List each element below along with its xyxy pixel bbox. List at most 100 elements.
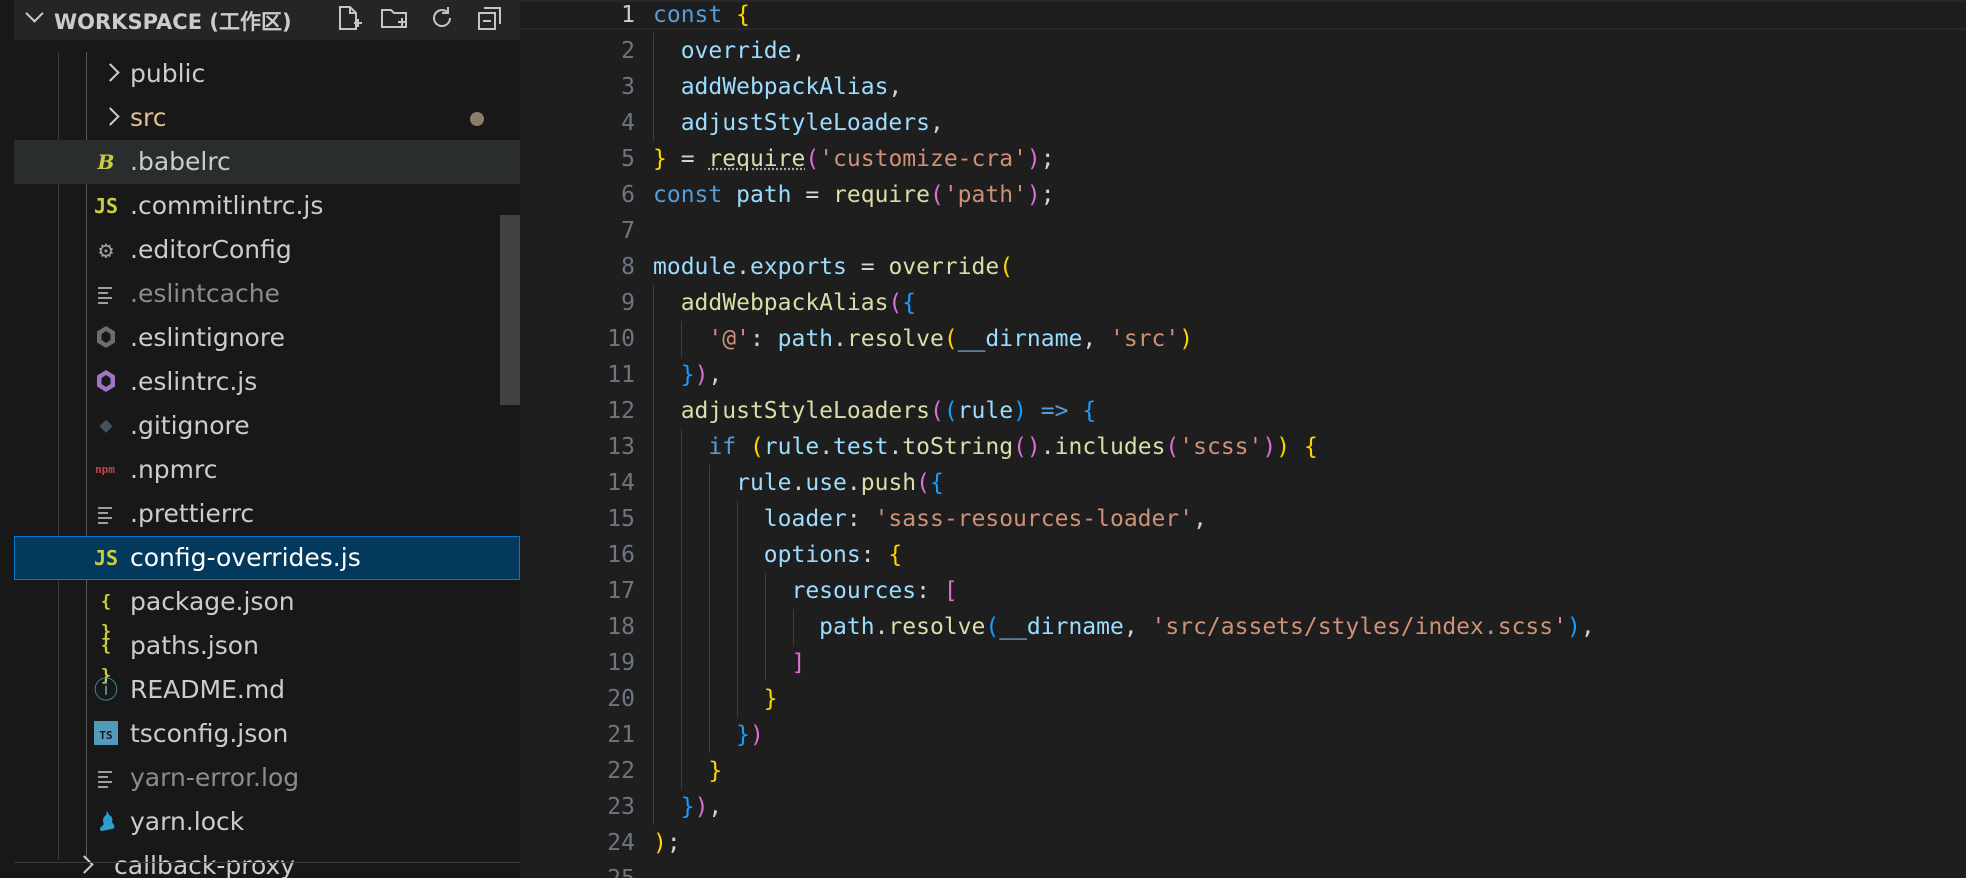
code-line[interactable]: path.resolve(__dirname, 'src/assets/styl…: [653, 609, 1595, 645]
workspace-header[interactable]: WORKSPACE (工作区): [14, 0, 520, 40]
tree-item-label: .npmrc: [130, 455, 218, 484]
code-line[interactable]: }: [653, 681, 778, 717]
tree-item-label: .editorConfig: [130, 235, 292, 264]
indent-guide: [681, 609, 682, 645]
code-line[interactable]: const {: [653, 0, 750, 33]
code-token: ): [653, 830, 667, 856]
code-token: ,: [929, 110, 944, 136]
new-folder-icon[interactable]: [380, 4, 408, 32]
tree-item-readme[interactable]: ⓘ README.md: [14, 668, 520, 712]
tree-item-commitlintrc[interactable]: JS .commitlintrc.js: [14, 184, 520, 228]
code-token: ,: [1123, 614, 1152, 640]
indent-guide: [653, 429, 654, 465]
tree-item-editorconfig[interactable]: ⚙ .editorConfig: [14, 228, 520, 272]
line-number: 3: [621, 74, 635, 100]
code-token: rule: [957, 398, 1014, 424]
indent-guide: [709, 537, 710, 573]
code-line[interactable]: adjustStyleLoaders,: [653, 105, 944, 141]
chevron-right-icon: [101, 63, 120, 82]
info-icon: ⓘ: [94, 676, 118, 704]
code-token: :: [846, 506, 875, 532]
tree-item-package-json[interactable]: { } package.json: [14, 580, 520, 642]
code-line[interactable]: module.exports = override(: [653, 249, 1013, 285]
line-number: 16: [607, 542, 635, 568]
tree-item-babelrc[interactable]: B .babelrc: [14, 140, 520, 184]
code-token: options: [763, 542, 861, 568]
tree-item-eslintcache[interactable]: .eslintcache: [14, 272, 520, 316]
tree-item-eslintrc[interactable]: .eslintrc.js: [14, 360, 520, 404]
tree-item-npmrc[interactable]: npm .npmrc: [14, 448, 520, 492]
tree-item-public[interactable]: public: [14, 52, 520, 96]
line-number: 12: [607, 398, 635, 424]
code-token: 'src/assets/styles/index.scss': [1151, 614, 1567, 640]
code-line[interactable]: resources: [: [653, 573, 957, 609]
collapse-all-icon[interactable]: [476, 4, 504, 32]
code-line[interactable]: }),: [653, 357, 723, 393]
indent-guide: [737, 645, 738, 681]
code-token: .: [846, 470, 861, 496]
code-line[interactable]: );: [653, 825, 681, 861]
tree-item-eslintignore[interactable]: .eslintignore: [14, 316, 520, 360]
explorer-sidebar: WORKSPACE (工作区) public src B .babelrc JS…: [0, 0, 520, 878]
indent-guide: [653, 321, 654, 357]
code-editor[interactable]: 1234567891011121314151617181920212223242…: [520, 0, 1966, 878]
line-number: 14: [607, 470, 635, 496]
code-token: resources: [791, 578, 917, 604]
code-token: (: [888, 290, 903, 316]
text-file-icon: [92, 763, 120, 793]
code-token: {: [902, 290, 917, 316]
refresh-icon[interactable]: [428, 4, 456, 32]
chevron-down-icon[interactable]: [25, 4, 44, 23]
indent-guide: [681, 321, 682, 357]
code-line[interactable]: }),: [653, 789, 723, 825]
code-line[interactable]: rule.use.push({: [653, 465, 944, 501]
new-file-icon[interactable]: [334, 4, 362, 32]
indent-guide: [653, 465, 654, 501]
indent-guide: [653, 789, 654, 825]
babel-icon: B: [97, 150, 115, 174]
indent-guide: [653, 609, 654, 645]
tree-item-yarn-error-log[interactable]: yarn-error.log: [14, 756, 520, 800]
code-line[interactable]: addWebpackAlias({: [653, 285, 916, 321]
tree-item-paths-json[interactable]: { } paths.json: [14, 624, 520, 686]
code-line[interactable]: adjustStyleLoaders((rule) => {: [653, 393, 1096, 429]
line-number: 8: [621, 254, 635, 280]
tree-item-label: yarn.lock: [130, 807, 245, 836]
code-line[interactable]: addWebpackAlias,: [653, 69, 903, 105]
indent-guide: [737, 609, 738, 645]
code-line[interactable]: } = require('customize-cra');: [653, 141, 1055, 177]
code-token: override: [888, 254, 1000, 280]
tree-item-prettierrc[interactable]: .prettierrc: [14, 492, 520, 536]
tree-item-yarn-lock[interactable]: yarn.lock: [14, 800, 520, 844]
code-line[interactable]: const path = require('path');: [653, 177, 1055, 213]
line-number: 15: [607, 506, 635, 532]
outline-section-header[interactable]: [14, 862, 520, 878]
code-token: resolve: [846, 326, 944, 352]
tree-item-label: tsconfig.json: [130, 719, 289, 748]
code-line[interactable]: }: [653, 753, 722, 789]
text-file-icon: [92, 499, 120, 529]
code-token: test: [833, 434, 889, 460]
tree-item-label: .commitlintrc.js: [130, 191, 324, 220]
code-line[interactable]: override,: [653, 33, 806, 69]
code-line[interactable]: ]: [653, 645, 805, 681]
tree-item-config-overrides[interactable]: JS config-overrides.js: [14, 536, 520, 580]
indent-guide: [653, 501, 654, 537]
tree-item-gitignore[interactable]: ◆ .gitignore: [14, 404, 520, 448]
indent-guide: [765, 609, 766, 645]
tree-item-label: .prettierrc: [130, 499, 255, 528]
code-line[interactable]: if (rule.test.toString().includes('scss'…: [653, 429, 1317, 465]
sidebar-scrollbar[interactable]: [500, 215, 520, 405]
indent-guide: [709, 717, 710, 753]
tree-item-tsconfig[interactable]: TS tsconfig.json: [14, 712, 520, 756]
code-line[interactable]: '@': path.resolve(__dirname, 'src'): [653, 321, 1193, 357]
code-token: (: [929, 182, 944, 208]
text-file-icon: [92, 279, 120, 309]
tree-item-label: package.json: [130, 587, 295, 616]
code-token: ,: [1193, 506, 1207, 532]
tree-item-src[interactable]: src: [14, 96, 520, 140]
code-line[interactable]: options: {: [653, 537, 903, 573]
